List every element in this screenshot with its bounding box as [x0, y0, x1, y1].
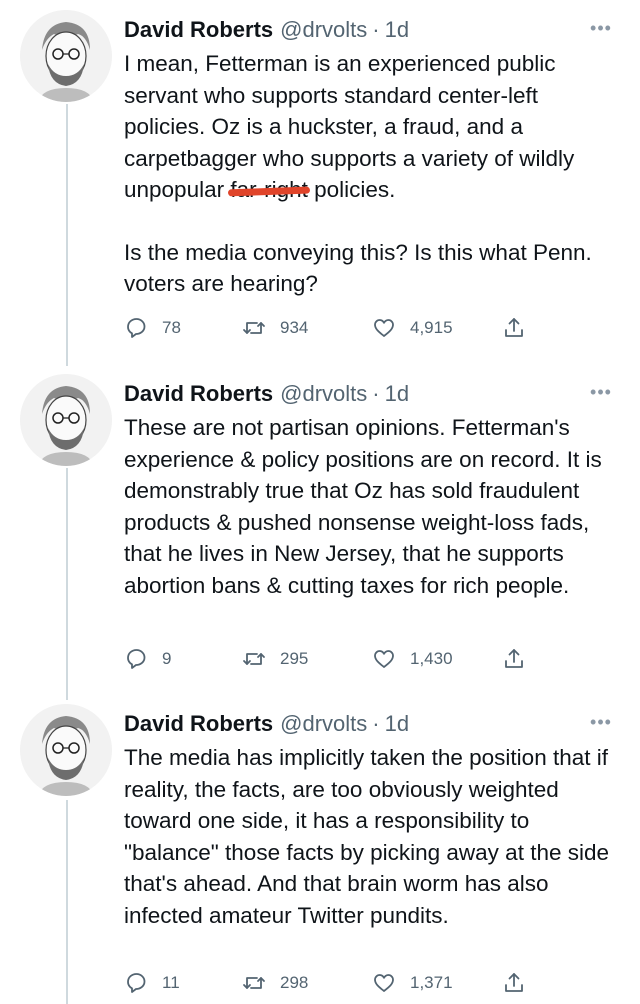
tweet-actions: 9 295 1,430	[124, 644, 624, 674]
share-button[interactable]	[502, 644, 526, 674]
share-button[interactable]	[502, 968, 526, 998]
tweet-text-paragraph: Is the media conveying this? Is this wha…	[124, 239, 592, 297]
more-icon[interactable]: •••	[586, 710, 616, 734]
reply-icon	[127, 649, 146, 669]
share-icon	[505, 649, 523, 668]
like-icon	[374, 319, 394, 337]
author-name[interactable]: David Roberts	[124, 711, 273, 737]
author-handle[interactable]: @drvolts	[280, 381, 367, 407]
tweet-text-paragraph: The media has implicitly taken the posit…	[124, 745, 610, 928]
reply-icon	[127, 973, 146, 993]
tweet[interactable]: David Roberts @drvolts · 1d ••• I mean, …	[0, 10, 640, 350]
retweet-icon	[243, 653, 265, 665]
tweet-timestamp[interactable]: 1d	[385, 381, 409, 407]
retweet-icon	[243, 322, 265, 334]
tweet-timestamp[interactable]: 1d	[385, 17, 409, 43]
avatar[interactable]	[20, 704, 112, 796]
author-handle[interactable]: @drvolts	[280, 17, 367, 43]
tweet-text: I mean, Fetterman is an experienced publ…	[124, 48, 620, 300]
retweet-count: 298	[280, 973, 309, 992]
tweet-actions: 11 298 1,371	[124, 968, 624, 998]
like-button[interactable]: 4,915	[372, 313, 453, 343]
reply-icon	[127, 318, 146, 338]
reply-count: 11	[162, 973, 180, 992]
separator-dot: ·	[372, 711, 380, 736]
like-count: 4,915	[410, 318, 453, 337]
tweet[interactable]: David Roberts @drvolts · 1d ••• The medi…	[0, 704, 640, 1004]
share-button[interactable]	[502, 313, 526, 343]
separator-dot: ·	[372, 381, 380, 406]
tweet-actions: 78 934 4,915	[124, 313, 624, 343]
tweet-text: These are not partisan opinions. Fetterm…	[124, 412, 620, 601]
struck-text: far-right	[230, 177, 308, 202]
retweet-icon	[243, 977, 265, 989]
avatar[interactable]	[20, 10, 112, 102]
share-icon	[505, 973, 523, 992]
tweet-text: The media has implicitly taken the posit…	[124, 742, 620, 931]
author-name[interactable]: David Roberts	[124, 381, 273, 407]
reply-button[interactable]: 11	[124, 968, 180, 998]
share-icon	[505, 318, 523, 337]
retweet-count: 295	[280, 649, 309, 668]
retweet-count: 934	[280, 318, 309, 337]
reply-button[interactable]: 78	[124, 313, 181, 343]
like-icon	[374, 650, 394, 668]
like-button[interactable]: 1,371	[372, 968, 453, 998]
tweet-text-paragraph: These are not partisan opinions. Fetterm…	[124, 415, 602, 598]
like-count: 1,371	[410, 973, 453, 992]
author-name[interactable]: David Roberts	[124, 17, 273, 43]
retweet-button[interactable]: 298	[242, 968, 308, 998]
tweet[interactable]: David Roberts @drvolts · 1d ••• These ar…	[0, 374, 640, 694]
like-icon	[374, 974, 394, 992]
reply-button[interactable]: 9	[124, 644, 171, 674]
separator-dot: ·	[372, 17, 380, 42]
avatar[interactable]	[20, 374, 112, 466]
like-button[interactable]: 1,430	[372, 644, 453, 674]
retweet-button[interactable]: 934	[242, 313, 308, 343]
more-icon[interactable]: •••	[586, 380, 616, 404]
reply-count: 78	[162, 318, 181, 337]
retweet-button[interactable]: 295	[242, 644, 308, 674]
reply-count: 9	[162, 649, 172, 668]
tweet-timestamp[interactable]: 1d	[385, 711, 409, 737]
author-handle[interactable]: @drvolts	[280, 711, 367, 737]
more-icon[interactable]: •••	[586, 16, 616, 40]
like-count: 1,430	[410, 649, 453, 668]
tweet-text-segment: policies.	[307, 177, 396, 202]
